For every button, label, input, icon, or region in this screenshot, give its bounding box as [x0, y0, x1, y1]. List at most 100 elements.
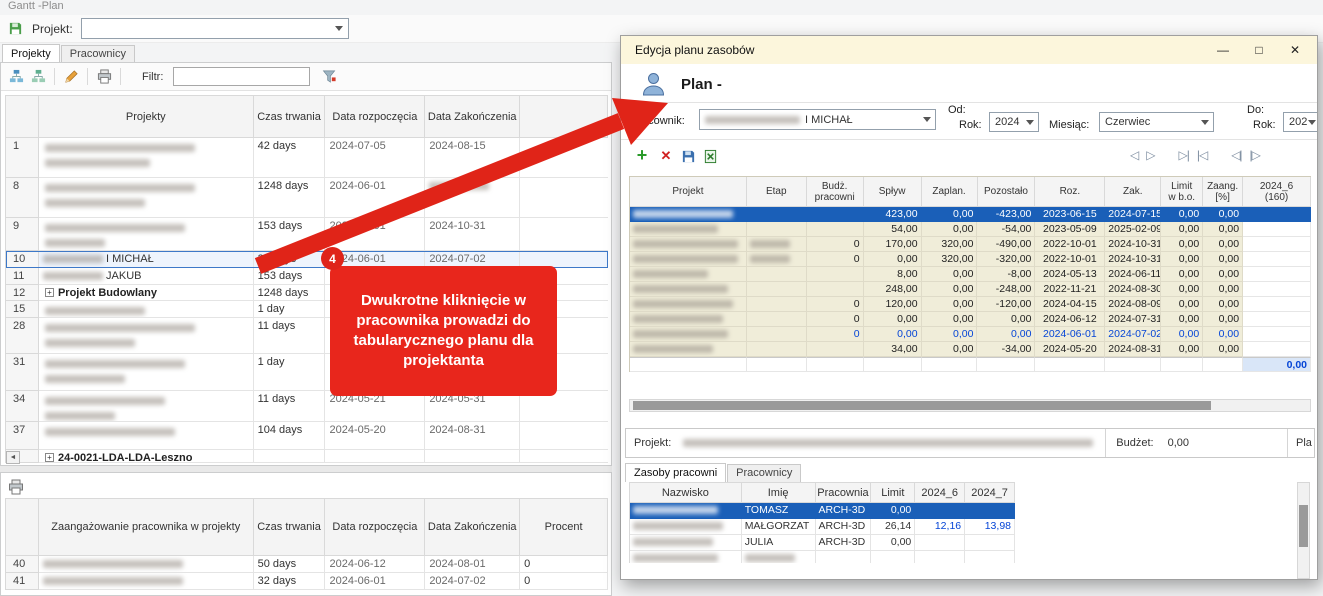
pracownia-cell[interactable]: ARCH-3D [815, 535, 872, 551]
zak-cell[interactable]: 2024-07-15 [1105, 207, 1162, 222]
table-row[interactable]: 0 120,00 0,00 -120,00 2024-04-15 2024-08-09 0,… [630, 297, 1312, 312]
horizontal-scrollbar[interactable] [629, 399, 1311, 412]
budz-cell[interactable] [806, 342, 864, 357]
column-header[interactable]: Data Zakończenia [425, 96, 521, 138]
table-row[interactable]: 8 1248 days 2024-06-01 [6, 178, 609, 218]
start-date-cell[interactable]: 2024-06-01 [325, 178, 426, 218]
expand-icon[interactable]: + [44, 453, 54, 462]
projekt-cell[interactable] [630, 267, 747, 282]
table-row[interactable]: 248,00 0,00 -248,00 2022-11-21 2024-08-30 0,0… [630, 282, 1312, 297]
roz-cell[interactable]: 2022-11-21 [1035, 282, 1106, 297]
month6-cell[interactable]: 12,16 [915, 519, 966, 535]
zak-cell[interactable]: 2025-02-09 [1105, 222, 1162, 237]
budz-cell[interactable] [806, 267, 864, 282]
table-row[interactable]: 0 0,00 0,00 0,00 2024-06-01 2024-07-02 0,00 0,0… [630, 327, 1312, 342]
end-date-cell[interactable]: 2024-07-02 [425, 573, 521, 590]
budz-cell[interactable] [806, 282, 864, 297]
scrollbar-thumb[interactable] [1299, 505, 1308, 547]
projekt-cell[interactable] [630, 252, 747, 267]
tab-zasoby-pracowni[interactable]: Zasoby pracowni [625, 463, 727, 482]
roz-cell[interactable]: 2022-10-01 [1035, 252, 1106, 267]
project-name-cell[interactable] [38, 391, 254, 422]
close-button[interactable]: ✕ [1277, 36, 1313, 64]
miesiac-combobox[interactable]: Czerwiec [1099, 112, 1214, 132]
project-name-cell[interactable] [38, 138, 254, 178]
nazwisko-cell[interactable] [630, 535, 742, 551]
zak-cell[interactable]: 2024-07-31 [1105, 312, 1162, 327]
project-name-cell[interactable] [38, 218, 254, 251]
projekt-cell[interactable] [630, 222, 747, 237]
zaang-cell[interactable]: 0,00 [1203, 342, 1244, 357]
duration-cell[interactable]: 50 days [253, 556, 326, 573]
zaplan-cell[interactable]: 0,00 [921, 327, 978, 342]
zaang-cell[interactable]: 0,00 [1203, 267, 1244, 282]
month7-cell[interactable]: 13,98 [965, 519, 1015, 535]
table-row[interactable]: TOMASZ ARCH-3D 0,00 [630, 503, 1015, 519]
pozostalo-cell[interactable]: 0,00 [977, 327, 1036, 342]
project-name-cell[interactable] [38, 556, 254, 573]
column-header[interactable]: Imię [741, 483, 816, 503]
org-tree-collapse-icon[interactable] [29, 68, 47, 86]
zaang-cell[interactable]: 0,00 [1203, 327, 1244, 342]
column-header[interactable]: Data rozpoczęcia [325, 499, 426, 556]
table-row[interactable]: 54,00 0,00 -54,00 2023-05-09 2025-02-09 0,00 0… [630, 222, 1312, 237]
duration-cell[interactable]: 1248 days [253, 285, 326, 301]
project-name-cell[interactable] [38, 318, 254, 354]
nav-arrow-icon[interactable]: |◁ [1193, 148, 1211, 162]
nazwisko-cell[interactable] [630, 519, 742, 535]
splyw-cell[interactable]: 34,00 [863, 342, 922, 357]
zaang-cell[interactable]: 0,00 [1203, 282, 1244, 297]
etap-cell[interactable] [746, 252, 807, 267]
pozostalo-cell[interactable]: -248,00 [977, 282, 1036, 297]
budz-cell[interactable]: 0 [806, 297, 864, 312]
edit-pencil-icon[interactable] [62, 68, 80, 86]
nav-arrow-icon[interactable]: |▷ [1246, 148, 1264, 162]
end-date-cell[interactable]: 2024-08-15 [425, 138, 521, 178]
month-cell[interactable] [1243, 282, 1312, 297]
limit-cell[interactable]: 0,00 [1161, 237, 1204, 252]
splyw-cell[interactable]: 170,00 [863, 237, 922, 252]
zak-cell[interactable]: 2024-07-02 [1105, 327, 1162, 342]
print-icon[interactable] [95, 68, 113, 86]
column-header[interactable]: 2024_6 [915, 483, 966, 503]
budz-cell[interactable]: 0 [806, 312, 864, 327]
nazwisko-cell[interactable] [630, 551, 742, 563]
column-header[interactable]: Pracownia [815, 483, 872, 503]
limit-cell[interactable]: 0,00 [1161, 207, 1204, 222]
splyw-cell[interactable]: 0,00 [863, 327, 922, 342]
budz-cell[interactable]: 0 [806, 252, 864, 267]
etap-cell[interactable] [746, 327, 807, 342]
table-row[interactable] [630, 551, 1015, 563]
splyw-cell[interactable]: 248,00 [863, 282, 922, 297]
budz-cell[interactable]: 0 [806, 237, 864, 252]
column-header[interactable]: Roz. [1035, 177, 1106, 207]
pracownik-combobox[interactable]: I MICHAŁ [699, 109, 936, 130]
table-row[interactable]: 8,00 0,00 -8,00 2024-05-13 2024-06-11 0,00 0,0… [630, 267, 1312, 282]
column-header[interactable]: Nazwisko [630, 483, 742, 503]
project-name-cell[interactable] [38, 573, 254, 590]
zaplan-cell[interactable]: 320,00 [921, 237, 978, 252]
column-header[interactable]: Spływ [863, 177, 922, 207]
roz-cell[interactable]: 2024-04-15 [1035, 297, 1106, 312]
projekt-cell[interactable] [630, 312, 747, 327]
limit-cell[interactable]: 0,00 [1161, 327, 1204, 342]
month-cell[interactable] [1243, 222, 1312, 237]
splyw-cell[interactable]: 423,00 [863, 207, 922, 222]
tab-projekty[interactable]: Projekty [2, 44, 60, 63]
etap-cell[interactable] [746, 297, 807, 312]
zak-cell[interactable]: 2024-10-31 [1105, 237, 1162, 252]
tab-pracownicy-dialog[interactable]: Pracownicy [727, 464, 802, 482]
table-row[interactable]: 0 0,00 320,00 -320,00 2022-10-01 2024-10-31 0,… [630, 252, 1312, 267]
duration-cell[interactable]: 1 day [253, 354, 326, 391]
expand-icon[interactable]: + [44, 288, 54, 298]
zaplan-cell[interactable]: 320,00 [921, 252, 978, 267]
month-cell[interactable] [1243, 267, 1312, 282]
month-cell[interactable] [1243, 297, 1312, 312]
month6-cell[interactable] [915, 551, 966, 563]
limit-cell[interactable]: 0,00 [1161, 342, 1204, 357]
roz-cell[interactable]: 2024-06-01 [1035, 327, 1106, 342]
column-header[interactable]: Limit [871, 483, 916, 503]
month7-cell[interactable] [965, 535, 1015, 551]
table-row[interactable]: MAŁGORZAT ARCH-3D 26,14 12,16 13,98 [630, 519, 1015, 535]
start-date-cell[interactable] [325, 450, 426, 463]
